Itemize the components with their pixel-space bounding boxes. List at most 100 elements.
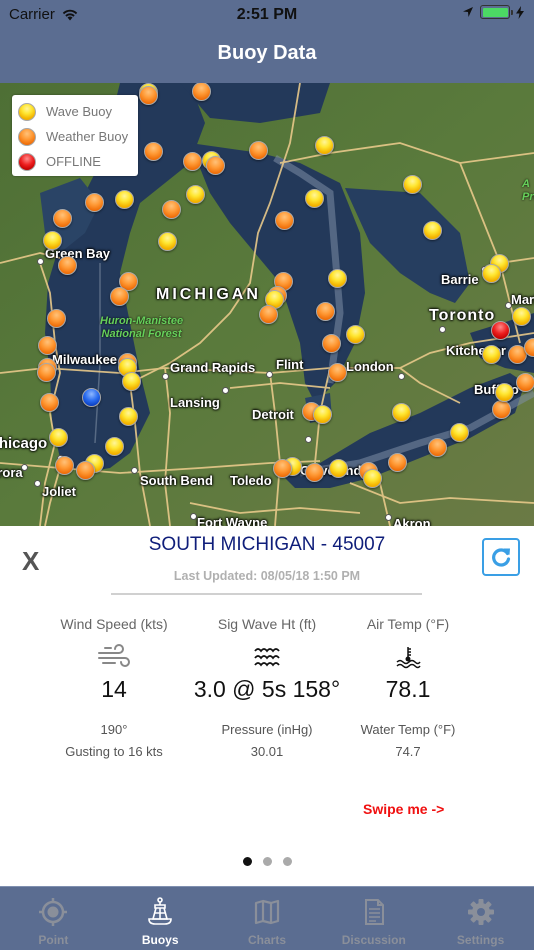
weather-buoy-marker[interactable] [273, 459, 292, 478]
wave-buoy-marker[interactable] [115, 190, 134, 209]
page-title: Buoy Data [217, 42, 317, 64]
wave-buoy-marker[interactable] [423, 221, 442, 240]
city-dot-akron [385, 514, 392, 521]
wave-buoy-marker[interactable] [512, 307, 531, 326]
page-indicator[interactable] [0, 857, 534, 866]
weather-buoy-marker[interactable] [206, 156, 225, 175]
crosshair-icon [39, 898, 68, 926]
map-label-south-bend: South Bend [140, 473, 213, 488]
wave-buoy-marker[interactable] [482, 264, 501, 283]
tab-point[interactable]: Point [0, 887, 107, 950]
page-dot-3[interactable] [282, 857, 292, 866]
city-dot-london [398, 373, 405, 380]
buoy-map[interactable]: Green Bay MICHIGAN Huron-Manistee Nationa… [0, 83, 534, 526]
weather-buoy-marker[interactable] [58, 256, 77, 275]
legend-item-offline: OFFLINE [18, 149, 132, 174]
weather-buoy-marker[interactable] [76, 461, 95, 480]
city-dot-detroit [305, 436, 312, 443]
status-right [462, 5, 524, 19]
charging-bolt-icon [516, 5, 524, 19]
weather-buoy-marker[interactable] [259, 305, 278, 324]
document-icon [364, 899, 384, 925]
selected-buoy-marker[interactable] [82, 388, 101, 407]
weather-buoy-marker[interactable] [53, 209, 72, 228]
weather-buoy-marker[interactable] [428, 438, 447, 457]
weather-buoy-marker[interactable] [55, 456, 74, 475]
weather-buoy-marker[interactable] [316, 302, 335, 321]
water-temperature-icon [396, 647, 421, 669]
map-label-flint: Flint [276, 357, 304, 372]
weather-buoy-marker[interactable] [322, 334, 341, 353]
wave-buoy-marker[interactable] [119, 407, 138, 426]
tab-buoys[interactable]: Buoys [107, 887, 214, 950]
status-time: 2:51 PM [236, 6, 298, 23]
weather-buoy-marker[interactable] [38, 336, 57, 355]
city-dot-kitchener [439, 326, 446, 333]
legend-item-weather: Weather Buoy [18, 124, 132, 149]
weather-buoy-marker[interactable] [275, 211, 294, 230]
wave-buoy-marker[interactable] [403, 175, 422, 194]
weather-buoy-marker[interactable] [516, 373, 534, 392]
wave-buoy-marker[interactable] [346, 325, 365, 344]
air-temp-value: 78.1 [385, 676, 431, 702]
city-dot-flint [266, 371, 273, 378]
page-dot-1[interactable] [242, 857, 252, 866]
map-label-park: Huron-Manistee National Forest [100, 315, 183, 341]
wave-buoy-marker[interactable] [313, 405, 332, 424]
map-label-milwaukee: Milwaukee [52, 352, 118, 367]
legend-label-wave: Wave Buoy [46, 104, 112, 119]
city-dot-joliet [34, 480, 41, 487]
wave-buoy-marker[interactable] [450, 423, 469, 442]
city-dot-fort-wayne [190, 513, 197, 520]
weather-buoy-marker[interactable] [47, 309, 66, 328]
weather-buoy-marker[interactable] [144, 142, 163, 161]
weather-buoy-marker[interactable] [85, 193, 104, 212]
wave-buoy-marker[interactable] [392, 403, 411, 422]
tab-discussion[interactable]: Discussion [320, 887, 427, 950]
tab-label-buoys: Buoys [141, 933, 179, 947]
legend-item-wave: Wave Buoy [18, 99, 132, 124]
wave-buoy-marker[interactable] [105, 437, 124, 456]
weather-buoy-marker[interactable] [183, 152, 202, 171]
weather-buoy-marker[interactable] [139, 86, 158, 105]
weather-buoy-marker[interactable] [305, 463, 324, 482]
city-dot-grand-rapids [162, 373, 169, 380]
map-label-chicago: Chicago [0, 435, 48, 452]
map-label-lansing: Lansing [170, 395, 220, 410]
wave-buoy-marker[interactable] [305, 189, 324, 208]
weather-buoy-marker[interactable] [492, 400, 511, 419]
air-temp-label: Air Temp (°F) [366, 616, 450, 632]
wave-buoy-marker[interactable] [186, 185, 205, 204]
weather-buoy-marker[interactable] [162, 200, 181, 219]
buoy-detail-panel[interactable]: X SOUTH MICHIGAN - 45007 Last Updated: 0… [0, 526, 534, 886]
wave-buoy-marker[interactable] [482, 345, 501, 364]
page-dot-2[interactable] [262, 857, 272, 866]
navigation-bar: Carrier 2:51 PM Buoy Data [0, 0, 534, 83]
wave-buoy-marker[interactable] [329, 459, 348, 478]
weather-buoy-marker[interactable] [40, 393, 59, 412]
wave-buoy-marker[interactable] [328, 269, 347, 288]
offline-buoy-marker[interactable] [491, 321, 510, 340]
weather-buoy-marker[interactable] [249, 141, 268, 160]
map-label-aurora: Aurora [0, 465, 23, 480]
waves-icon [254, 648, 280, 667]
tab-settings[interactable]: Settings [427, 887, 534, 950]
gear-icon [467, 899, 494, 925]
weather-buoy-marker[interactable] [328, 363, 347, 382]
weather-buoy-marker[interactable] [388, 453, 407, 472]
wave-buoy-icon [18, 102, 36, 121]
wave-buoy-marker[interactable] [495, 383, 514, 402]
wave-buoy-marker[interactable] [315, 136, 334, 155]
wave-buoy-marker[interactable] [158, 232, 177, 251]
status-bar: Carrier 2:51 PM [0, 0, 534, 30]
wave-buoy-marker[interactable] [363, 469, 382, 488]
wave-buoy-marker[interactable] [49, 428, 68, 447]
wave-buoy-marker[interactable] [122, 372, 141, 391]
map-label-joliet: Joliet [42, 484, 76, 499]
weather-buoy-marker[interactable] [37, 363, 56, 382]
refresh-button[interactable] [482, 538, 520, 576]
city-dot-lansing [222, 387, 229, 394]
weather-buoy-marker[interactable] [110, 287, 129, 306]
tab-charts[interactable]: Charts [214, 887, 321, 950]
wave-buoy-marker[interactable] [43, 231, 62, 250]
